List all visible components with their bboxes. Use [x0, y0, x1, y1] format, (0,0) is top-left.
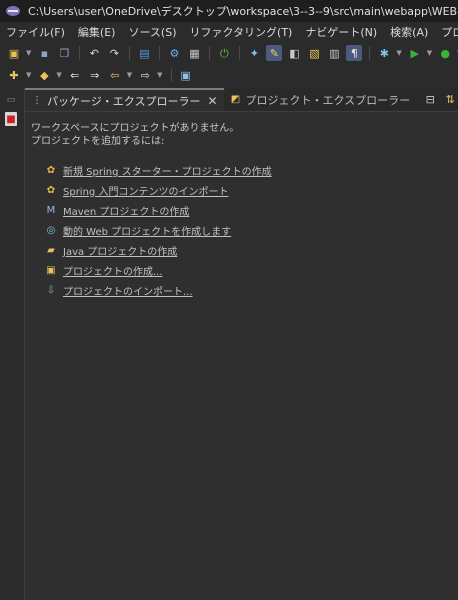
menu-source[interactable]: ソース(S) [128, 24, 176, 40]
left-trim-stack: ▭ ■ [0, 88, 22, 600]
open-task-icon[interactable]: ▧ [306, 45, 322, 61]
menu-project[interactable]: プロジェクト(P) [441, 24, 458, 40]
undo-icon[interactable]: ↶ [86, 45, 102, 61]
collapse-all-icon[interactable]: ⊟ [422, 92, 438, 108]
forward-dropdown-icon[interactable]: ▼ [157, 71, 162, 79]
console-icon[interactable]: ▤ [136, 45, 152, 61]
toolbar-separator [129, 46, 131, 60]
menu-navigate[interactable]: ナビゲート(N) [305, 24, 377, 40]
toolbar-separator [170, 68, 172, 82]
dynamic-web-icon: ◎ [46, 224, 56, 236]
mark-occurrences-icon[interactable]: ✎ [266, 45, 283, 61]
new-project-icon: ▣ [46, 264, 56, 276]
main-toolbar-row-2: ✚ ▼ ◆ ▼ ⇐ ⇒ ⇦ ▼ ⇨ ▼ ▣ [0, 64, 458, 86]
show-whitespace-block-icon[interactable]: ▥ [326, 45, 342, 61]
tab-package-explorer-label: パッケージ・エクスプローラー [47, 94, 201, 108]
menu-file[interactable]: ファイル(F) [6, 24, 65, 40]
save-all-icon[interactable]: ❐ [56, 45, 72, 61]
package-explorer-view: ⋮ パッケージ・エクスプローラー ✕ ◩ プロジェクト・エクスプローラー ⊟ ⇅… [24, 88, 458, 600]
new-java-package-icon[interactable]: ✚ [6, 67, 22, 83]
problems-view-icon[interactable]: ■ [5, 112, 17, 126]
tab-package-explorer[interactable]: ⋮ パッケージ・エクスプローラー ✕ [25, 88, 224, 111]
link-new-project-label[interactable]: プロジェクトの作成... [63, 263, 163, 278]
forward-icon[interactable]: ⇨ [137, 67, 153, 83]
link-maven[interactable]: M Maven プロジェクトの作成 [43, 200, 452, 220]
new-class-dropdown-icon[interactable]: ▼ [56, 71, 61, 79]
menu-bar: ファイル(F) 編集(E) ソース(S) リファクタリング(T) ナビゲート(N… [0, 22, 458, 42]
next-annotation-icon[interactable]: ⇒ [87, 67, 103, 83]
settings-gear-icon[interactable]: ⚙ [166, 45, 182, 61]
link-maven-label[interactable]: Maven プロジェクトの作成 [63, 203, 189, 218]
restore-icon[interactable]: ▭ [4, 94, 18, 106]
back-icon[interactable]: ⇦ [107, 67, 123, 83]
view-toolbar: ⊟ ⇅ ⚲ ⋮ ▭ □ [422, 92, 458, 108]
maven-icon: M [46, 204, 56, 216]
previous-annotation-icon[interactable]: ⇐ [67, 67, 83, 83]
run-icon[interactable]: ▶ [407, 45, 423, 61]
empty-message-line-2: プロジェクトを追加するには: [31, 136, 165, 147]
link-java-project-label[interactable]: Java プロジェクトの作成 [63, 243, 177, 258]
link-java-project[interactable]: ▰ Java プロジェクトの作成 [43, 240, 452, 260]
external-tools-icon[interactable]: ● [437, 45, 453, 61]
show-whitespace-icon[interactable]: ¶ [346, 45, 363, 61]
main-toolbar-row-1: ▣ ▼ ▪ ❐ ↶ ↷ ▤ ⚙ ▦ ⏻ ✦ ✎ ◧ ▧ ▥ ¶ ✱ ▼ ▶ ▼ … [0, 42, 458, 64]
project-links-list: ✿ 新規 Spring スターター・プロジェクトの作成 ✿ Spring 入門コ… [31, 160, 452, 300]
eclipse-app-icon [6, 6, 20, 16]
toolbar-separator [159, 46, 161, 60]
toolbar-separator [369, 46, 371, 60]
toolbar-separator [209, 46, 211, 60]
debug-icon[interactable]: ✱ [376, 45, 392, 61]
spring-import-icon: ✿ [46, 184, 56, 196]
back-dropdown-icon[interactable]: ▼ [127, 71, 132, 79]
link-with-editor-icon[interactable]: ⇅ [442, 92, 458, 108]
run-dropdown-icon[interactable]: ▼ [427, 49, 432, 57]
tab-project-explorer[interactable]: ◩ プロジェクト・エクスプローラー [224, 88, 417, 111]
link-spring-import[interactable]: ✿ Spring 入門コンテンツのインポート [43, 180, 452, 200]
toolbar-separator [239, 46, 241, 60]
new-icon[interactable]: ▣ [6, 45, 22, 61]
empty-message-line-1: ワークスペースにプロジェクトがありません。 [31, 123, 240, 134]
new-package-dropdown-icon[interactable]: ▼ [26, 71, 31, 79]
java-project-icon: ▰ [47, 244, 55, 256]
menu-edit[interactable]: 編集(E) [78, 24, 116, 40]
debug-dropdown-icon[interactable]: ▼ [396, 49, 401, 57]
new-class-icon[interactable]: ◆ [36, 67, 52, 83]
link-spring-starter-label[interactable]: 新規 Spring スターター・プロジェクトの作成 [63, 163, 272, 178]
spring-power-icon[interactable]: ⏻ [216, 45, 232, 61]
menu-search[interactable]: 検索(A) [390, 24, 428, 40]
open-perspective-icon[interactable]: ▣ [178, 67, 194, 83]
tab-project-explorer-label: プロジェクト・エクスプローラー [245, 93, 411, 107]
link-import-project[interactable]: ⇩ プロジェクトのインポート... [43, 280, 452, 300]
link-dynamic-web[interactable]: ◎ 動的 Web プロジェクトを作成します [43, 220, 452, 240]
redo-icon[interactable]: ↷ [106, 45, 122, 61]
spring-starter-icon: ✿ [46, 164, 56, 176]
title-bar: C:\Users\user\OneDrive\デスクトップ\workspace\… [0, 0, 458, 22]
open-type-icon[interactable]: ✦ [246, 45, 262, 61]
link-spring-starter[interactable]: ✿ 新規 Spring スターター・プロジェクトの作成 [43, 160, 452, 180]
empty-workspace-panel: ワークスペースにプロジェクトがありません。 プロジェクトを追加するには: ✿ 新… [25, 112, 458, 310]
window-title: C:\Users\user\OneDrive\デスクトップ\workspace\… [28, 5, 458, 18]
toggle-breadcrumb-icon[interactable]: ◧ [286, 45, 302, 61]
close-icon[interactable]: ✕ [207, 94, 217, 108]
link-dynamic-web-label[interactable]: 動的 Web プロジェクトを作成します [63, 223, 231, 238]
link-spring-import-label[interactable]: Spring 入門コンテンツのインポート [63, 183, 228, 198]
view-tab-bar: ⋮ パッケージ・エクスプローラー ✕ ◩ プロジェクト・エクスプローラー ⊟ ⇅… [25, 88, 458, 112]
workbench: ▭ ■ ⋮ パッケージ・エクスプローラー ✕ ◩ プロジェクト・エクスプローラー… [0, 88, 458, 600]
link-new-project[interactable]: ▣ プロジェクトの作成... [43, 260, 452, 280]
boot-dashboard-icon[interactable]: ▦ [186, 45, 202, 61]
save-icon[interactable]: ▪ [36, 45, 52, 61]
package-explorer-icon: ⋮ [32, 95, 42, 106]
project-explorer-icon: ◩ [230, 94, 241, 105]
menu-refactor[interactable]: リファクタリング(T) [189, 24, 292, 40]
link-import-project-label[interactable]: プロジェクトのインポート... [63, 283, 193, 298]
new-dropdown-icon[interactable]: ▼ [26, 49, 31, 57]
toolbar-separator [79, 46, 81, 60]
import-icon: ⇩ [46, 284, 56, 296]
